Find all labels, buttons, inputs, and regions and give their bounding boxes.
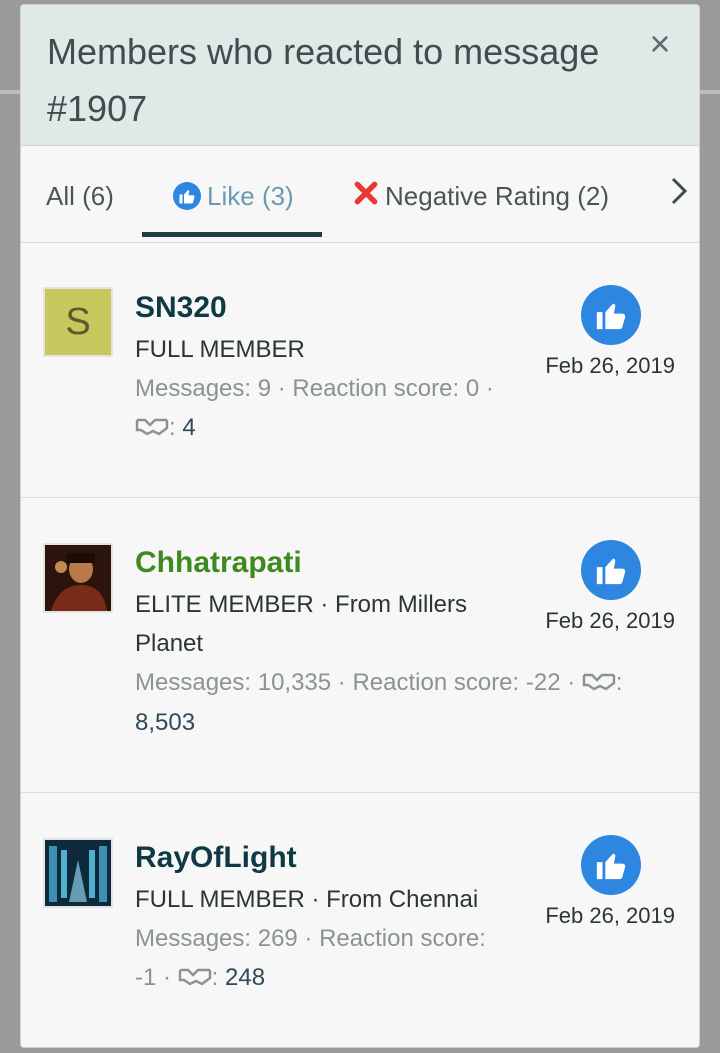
chevron-right-icon[interactable]	[669, 176, 689, 212]
messages-count: 10,335	[257, 669, 332, 696]
separator: ·	[560, 669, 576, 696]
reaction-score-value: 0	[465, 375, 480, 402]
thumbs-up-icon	[581, 835, 641, 895]
member-stats: Messages: 269 · Reaction score: -1 · : 2…	[135, 919, 535, 998]
reaction-score-label: · Reaction score:	[271, 375, 466, 402]
reactions-dialog: Members who reacted to message #1907 × A…	[20, 4, 700, 1048]
avatar[interactable]: S	[43, 287, 113, 357]
stats-line-1: Messages: 269 · Reaction score:	[135, 919, 535, 958]
tab-negative-count: (2)	[577, 181, 610, 211]
tab-negative-rating[interactable]: Negative Rating (2)	[353, 178, 609, 214]
member-name[interactable]: RayOfLight	[135, 840, 297, 876]
handshake-icon	[582, 664, 616, 703]
reaction-score-label: · Reaction score:	[297, 925, 486, 952]
thumbs-up-icon	[581, 540, 641, 600]
thumbs-up-icon	[581, 285, 641, 345]
stats-line-2: 8,503	[135, 703, 665, 742]
dialog-header: Members who reacted to message #1907 ×	[21, 5, 699, 146]
tab-negative-label: Negative Rating	[385, 181, 570, 211]
handshake-icon	[178, 959, 212, 998]
tab-like-count: (3)	[261, 181, 294, 211]
member-row: RayOfLight FULL MEMBER · From Chennai Me…	[21, 793, 699, 1047]
member-row: Chhatrapati ELITE MEMBER · From Millers …	[21, 498, 699, 793]
reaction-score-value: -22	[525, 669, 561, 696]
tab-all-count: (6)	[82, 181, 114, 211]
member-row: S SN320 FULL MEMBER Messages: 9 · Reacti…	[21, 243, 699, 498]
avatar-letter: S	[45, 289, 111, 355]
red-x-icon	[353, 180, 379, 212]
separator: ·	[479, 375, 494, 402]
reaction-date: Feb 26, 2019	[545, 608, 675, 633]
trophy-points-value: 8,503	[135, 709, 196, 737]
member-title-line-1: ELITE MEMBER · From Millers	[135, 591, 468, 618]
reaction-tabs: All (6) Like (3) Negative Rating (2)	[21, 146, 699, 243]
stats-line-1: Messages: 10,335 · Reaction score: -22 ·…	[135, 663, 665, 703]
handshake-icon	[135, 409, 169, 448]
member-title: FULL MEMBER	[135, 336, 305, 363]
reaction-score-value: -1	[135, 964, 157, 991]
member-title: FULL MEMBER · From Chennai	[135, 886, 479, 913]
member-stats: Messages: 9 · Reaction score: 0 · : 4	[135, 369, 535, 448]
tab-like[interactable]: Like (3)	[173, 178, 294, 214]
stats-line-2: -1 · : 248	[135, 958, 535, 998]
messages-label: Messages:	[135, 669, 258, 696]
tab-all[interactable]: All (6)	[46, 178, 114, 214]
messages-count: 9	[257, 375, 272, 402]
dialog-title: Members who reacted to message #1907	[47, 31, 600, 129]
member-name[interactable]: Chhatrapati	[135, 545, 302, 581]
trophy-points-value: 248	[225, 964, 266, 991]
reaction-score-label: · Reaction score:	[331, 669, 526, 696]
member-stats: Messages: 10,335 · Reaction score: -22 ·…	[135, 663, 665, 742]
tab-all-label: All	[46, 181, 75, 211]
messages-label: Messages:	[135, 375, 258, 402]
messages-label: Messages:	[135, 925, 258, 952]
avatar[interactable]	[43, 838, 113, 908]
active-tab-indicator	[142, 232, 322, 237]
reaction-date: Feb 26, 2019	[545, 353, 675, 378]
tab-like-label: Like	[207, 181, 255, 211]
avatar[interactable]	[43, 543, 113, 613]
member-name[interactable]: SN320	[135, 290, 227, 326]
stats-line-1: Messages: 9 · Reaction score: 0 ·	[135, 369, 535, 408]
close-icon[interactable]: ×	[643, 26, 677, 62]
member-title: ELITE MEMBER · From Millers Planet	[135, 585, 515, 663]
avatar-image	[45, 840, 111, 906]
messages-count: 269	[257, 925, 298, 952]
reaction-date: Feb 26, 2019	[545, 903, 675, 928]
trophy-points-value: 4	[182, 414, 196, 441]
avatar-image	[45, 545, 111, 611]
member-title-line-2: Planet	[135, 630, 204, 657]
stats-line-2: : 4	[135, 408, 535, 448]
thumbs-up-icon	[173, 182, 201, 210]
